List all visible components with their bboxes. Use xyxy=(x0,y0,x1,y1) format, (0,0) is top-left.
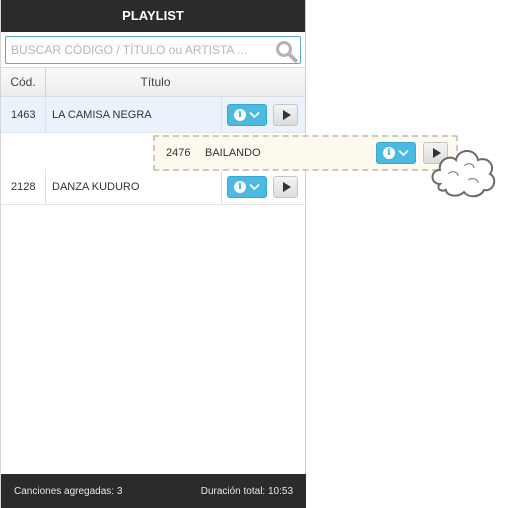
info-dropdown-button[interactable]: i xyxy=(227,175,267,198)
song-code: 2476 xyxy=(166,147,191,159)
dragged-row[interactable]: 2476 BAILANDO i xyxy=(153,135,458,171)
song-title: LA CAMISA NEGRA xyxy=(52,108,152,121)
column-header-code[interactable]: Cód. xyxy=(1,68,46,96)
song-title: DANZA KUDURO xyxy=(52,180,140,193)
search-input[interactable] xyxy=(6,37,300,63)
total-duration: Duración total: 10:53 xyxy=(200,485,293,497)
row-actions: i xyxy=(221,97,305,132)
songs-added-count: Canciones agregadas: 3 xyxy=(14,485,123,497)
row-actions: i xyxy=(221,169,305,204)
info-dropdown-button[interactable]: i xyxy=(376,142,416,164)
column-header-title[interactable]: Título xyxy=(46,68,305,96)
playlist-panel: PLAYLIST Cód. Título 1463 LA CAMISA NEGR… xyxy=(0,0,306,508)
play-icon xyxy=(282,181,291,192)
table-row[interactable]: 2128 DANZA KUDURO i xyxy=(1,169,305,205)
search-bar xyxy=(1,32,305,67)
chevron-down-icon xyxy=(398,149,409,157)
table-row[interactable]: 1463 LA CAMISA NEGRA i xyxy=(1,97,305,133)
song-code: 1463 xyxy=(1,97,46,132)
play-button[interactable] xyxy=(273,175,298,198)
info-icon: i xyxy=(234,180,246,193)
panel-title: PLAYLIST xyxy=(1,0,305,32)
song-title: BAILANDO xyxy=(205,147,261,159)
song-code: 2128 xyxy=(1,169,46,204)
info-icon: i xyxy=(383,147,395,159)
chevron-down-icon xyxy=(249,111,260,118)
play-icon xyxy=(282,109,291,120)
table-header: Cód. Título xyxy=(1,67,305,97)
chevron-down-icon xyxy=(249,183,260,190)
playlist-footer: Canciones agregadas: 3 Duración total: 1… xyxy=(1,474,306,508)
play-button[interactable] xyxy=(273,103,298,126)
info-dropdown-button[interactable]: i xyxy=(227,103,267,126)
search-icon[interactable] xyxy=(274,39,298,63)
drag-cursor-cloud-icon xyxy=(431,150,496,198)
search-box xyxy=(5,36,301,64)
info-icon: i xyxy=(234,108,246,121)
